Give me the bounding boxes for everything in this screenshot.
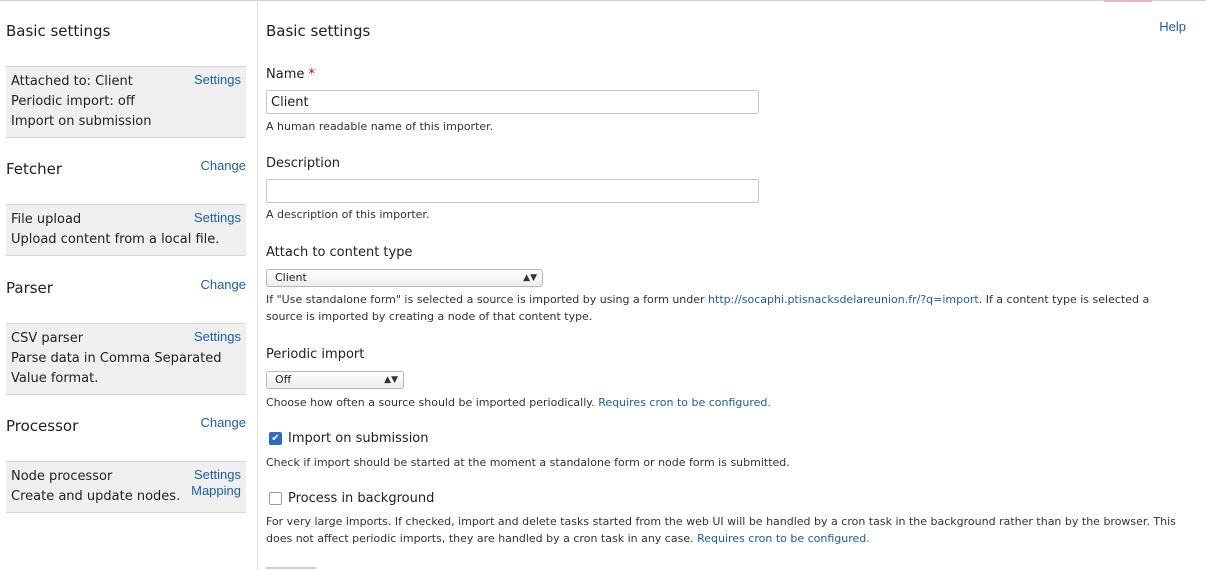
processor-settings-link[interactable]: Settings <box>194 467 241 482</box>
periodic-import-label: Periodic import <box>266 347 365 362</box>
help-link[interactable]: Help <box>1159 19 1186 34</box>
sidebar-parser-box: CSV parser Parse data in Comma Separated… <box>6 323 246 395</box>
periodic-desc-text: Choose how often a source should be impo… <box>266 396 599 409</box>
basic-settings-settings-link[interactable]: Settings <box>194 72 241 87</box>
sidebar-line: Import on submission <box>11 114 152 129</box>
fetcher-change-link[interactable]: Change <box>200 158 246 173</box>
sidebar-parser-title: Parser <box>6 279 53 297</box>
import-on-submission-checkbox[interactable]: ✔ <box>269 432 282 445</box>
process-background-row[interactable]: Process in background <box>269 491 434 506</box>
process-background-description: For very large imports. If checked, impo… <box>266 513 1186 547</box>
sidebar-basic-settings-box: Attached to: Client Periodic import: off… <box>6 66 246 138</box>
sidebar-line: Periodic import: off <box>11 94 135 109</box>
sidebar-line: Parse data in Comma Separated <box>11 351 222 366</box>
sidebar-processor-title: Processor <box>6 417 79 435</box>
name-description: A human readable name of this importer. <box>266 120 494 133</box>
import-on-submission-row[interactable]: ✔ Import on submission <box>269 431 429 446</box>
sidebar-fetcher-title: Fetcher <box>6 160 63 178</box>
sidebar-processor-box: Node processor Create and update nodes. … <box>6 461 246 513</box>
sidebar-fetcher-box: File upload Upload content from a local … <box>6 204 246 256</box>
attach-content-type-select[interactable]: Client ▲▼ <box>266 269 543 287</box>
select-arrows-icon: ▲▼ <box>523 273 537 283</box>
process-background-checkbox[interactable] <box>269 492 282 505</box>
requires-cron-link-2[interactable]: Requires cron to be configured. <box>697 532 870 545</box>
description-label: Description <box>266 156 341 171</box>
main-form: Basic settings Help Name * A human reada… <box>266 0 1196 570</box>
sidebar-line: Node processor <box>11 469 113 484</box>
sidebar-basic-settings-title: Basic settings <box>6 22 111 40</box>
fetcher-settings-link[interactable]: Settings <box>194 210 241 225</box>
name-input[interactable] <box>266 90 759 114</box>
select-arrows-icon: ▲▼ <box>384 375 398 385</box>
periodic-import-select[interactable]: Off ▲▼ <box>266 371 404 389</box>
requires-cron-link[interactable]: Requires cron to be configured. <box>598 396 771 409</box>
attach-desc-text: If "Use standalone form" is selected a s… <box>266 293 709 306</box>
sidebar-line: File upload <box>11 212 82 227</box>
sidebar-line: Attached to: Client <box>11 74 133 89</box>
description-input[interactable] <box>266 179 759 203</box>
attach-label: Attach to content type <box>266 245 413 260</box>
parser-settings-link[interactable]: Settings <box>194 329 241 344</box>
sidebar-line: CSV parser <box>11 331 84 346</box>
periodic-selected-value: Off <box>275 373 292 386</box>
required-marker: * <box>308 67 316 82</box>
process-background-label: Process in background <box>288 491 435 506</box>
processor-mapping-link[interactable]: Mapping <box>191 483 241 498</box>
parser-change-link[interactable]: Change <box>200 277 246 292</box>
sidebar-line: Value format. <box>11 371 99 386</box>
attach-description: If "Use standalone form" is selected a s… <box>266 291 1186 325</box>
sidebar-line: Upload content from a local file. <box>11 232 220 247</box>
button-top-edge <box>266 567 316 569</box>
sidebar: Basic settings Attached to: Client Perio… <box>6 0 246 570</box>
page-title: Basic settings <box>266 22 371 40</box>
import-on-submission-description: Check if import should be started at the… <box>266 456 790 469</box>
import-on-submission-label: Import on submission <box>288 431 429 446</box>
attach-selected-value: Client <box>275 271 307 284</box>
sidebar-line: Create and update nodes. <box>11 489 181 504</box>
name-label: Name * <box>266 67 315 82</box>
processor-change-link[interactable]: Change <box>200 415 246 430</box>
column-divider <box>257 0 258 570</box>
import-url-link[interactable]: http://socaphi.ptisnacksdelareunion.fr/?… <box>708 293 979 306</box>
periodic-description: Choose how often a source should be impo… <box>266 394 1186 411</box>
description-help: A description of this importer. <box>266 208 430 221</box>
name-label-text: Name <box>266 67 305 82</box>
